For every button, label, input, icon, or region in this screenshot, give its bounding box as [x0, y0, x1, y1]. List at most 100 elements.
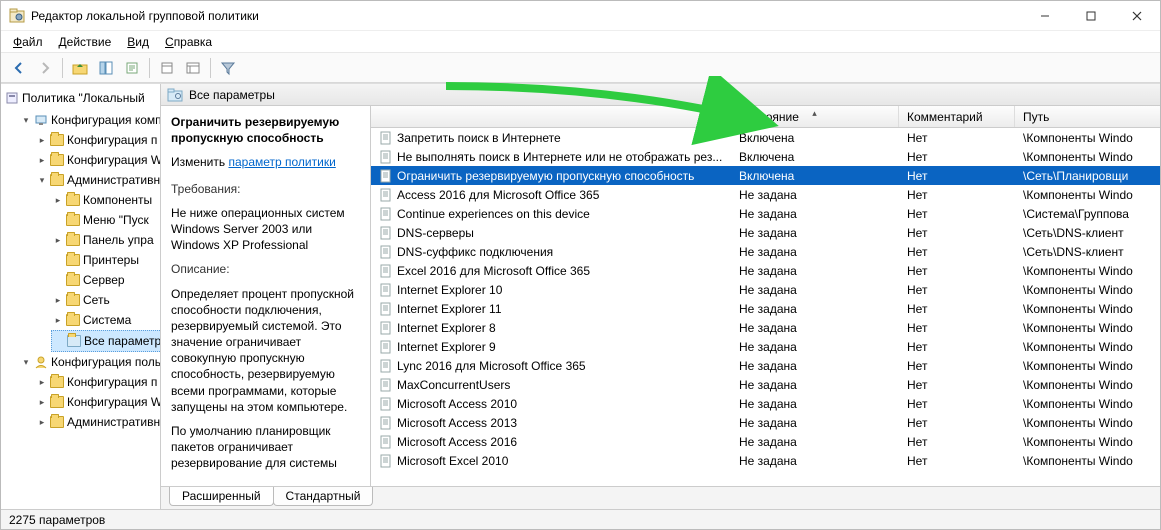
- col-header-name[interactable]: [371, 106, 731, 127]
- statusbar: 2275 параметров: [1, 509, 1160, 529]
- expand-icon[interactable]: ▸: [37, 135, 47, 145]
- tree-item[interactable]: ▸ Административн: [35, 412, 161, 432]
- tree-item[interactable]: ▸Конфигурация W: [35, 150, 161, 170]
- titlebar: Редактор локальной групповой политики: [1, 1, 1160, 31]
- tree-item[interactable]: ▸ Панель упра: [51, 230, 156, 250]
- window-controls: [1022, 1, 1160, 31]
- table-row[interactable]: Internet Explorer 8Не заданаНет\Компонен…: [371, 318, 1160, 337]
- table-row[interactable]: MaxConcurrentUsersНе заданаНет\Компонент…: [371, 375, 1160, 394]
- toolbar-separator: [210, 58, 211, 78]
- tab-extended[interactable]: Расширенный: [169, 487, 274, 506]
- expand-icon[interactable]: ▸: [53, 195, 63, 205]
- policy-item-icon: [379, 359, 393, 373]
- tree-label: Сеть: [83, 291, 110, 309]
- table-row[interactable]: Microsoft Excel 2010Не заданаНет\Компоне…: [371, 451, 1160, 470]
- collapse-icon[interactable]: ▾: [21, 357, 31, 367]
- col-header-state[interactable]: ▴ Состояние: [731, 106, 899, 127]
- policy-item-icon: [379, 245, 393, 259]
- cell-comment: Нет: [899, 435, 1015, 449]
- table-row[interactable]: DNS-суффикс подключенияНе заданаНет\Сеть…: [371, 242, 1160, 261]
- cell-comment: Нет: [899, 378, 1015, 392]
- tab-standard[interactable]: Стандартный: [273, 487, 374, 506]
- collapse-icon[interactable]: ▾: [37, 175, 47, 185]
- tree-user-config[interactable]: ▾ Конфигурация поль: [19, 352, 161, 372]
- column-headers: ▴ Состояние Комментарий Путь: [371, 106, 1160, 128]
- tree-pane[interactable]: Политика "Локальный ▾ Конфигурация комп …: [1, 84, 161, 509]
- close-button[interactable]: [1114, 1, 1160, 31]
- edit-policy-link-row: Изменить параметр политики: [171, 154, 360, 170]
- tree-admin-templates[interactable]: ▾Административн: [35, 170, 161, 190]
- export-button[interactable]: [120, 56, 144, 80]
- filter-button[interactable]: [216, 56, 240, 80]
- tree-all-settings[interactable]: Все параметр: [51, 330, 161, 352]
- up-folder-button[interactable]: [68, 56, 92, 80]
- tree-item[interactable]: ▸Конфигурация W: [35, 392, 161, 412]
- table-row[interactable]: Internet Explorer 10Не заданаНет\Компоне…: [371, 280, 1160, 299]
- expand-icon[interactable]: ▸: [53, 295, 63, 305]
- table-row[interactable]: Не выполнять поиск в Интернете или не от…: [371, 147, 1160, 166]
- maximize-button[interactable]: [1068, 1, 1114, 31]
- expand-icon[interactable]: ▸: [37, 397, 47, 407]
- cell-comment: Нет: [899, 264, 1015, 278]
- table-row[interactable]: Запретить поиск в ИнтернетеВключенаНет\К…: [371, 128, 1160, 147]
- tree-item[interactable]: ▸ Сеть: [51, 290, 112, 310]
- policy-item-icon: [379, 150, 393, 164]
- table-row[interactable]: DNS-серверыНе заданаНет\Сеть\DNS-клиент: [371, 223, 1160, 242]
- properties-button[interactable]: [181, 56, 205, 80]
- cell-comment: Нет: [899, 302, 1015, 316]
- table-row[interactable]: Microsoft Access 2010Не заданаНет\Компон…: [371, 394, 1160, 413]
- menu-file[interactable]: Файл: [7, 33, 49, 51]
- cell-path: \Компоненты Windo: [1015, 264, 1160, 278]
- show-tree-button[interactable]: [94, 56, 118, 80]
- tree-label: Панель упра: [83, 231, 154, 249]
- tree-item[interactable]: Принтеры: [51, 250, 141, 270]
- tree-item[interactable]: Сервер: [51, 270, 127, 290]
- tree-item[interactable]: ▸Компоненты: [51, 190, 154, 210]
- expand-icon[interactable]: ▸: [37, 417, 47, 427]
- collapse-icon[interactable]: ▾: [21, 115, 31, 125]
- table-row[interactable]: Microsoft Access 2016Не заданаНет\Компон…: [371, 432, 1160, 451]
- table-row[interactable]: Continue experiences on this deviceНе за…: [371, 204, 1160, 223]
- cell-path: \Компоненты Windo: [1015, 321, 1160, 335]
- tree-item[interactable]: ▸Конфигурация п: [35, 372, 159, 392]
- minimize-button[interactable]: [1022, 1, 1068, 31]
- col-header-path[interactable]: Путь: [1015, 106, 1160, 127]
- expand-icon[interactable]: ▸: [53, 235, 63, 245]
- edit-policy-link[interactable]: параметр политики: [228, 155, 335, 169]
- refresh-button[interactable]: [155, 56, 179, 80]
- table-row[interactable]: Internet Explorer 11Не заданаНет\Компоне…: [371, 299, 1160, 318]
- expand-icon[interactable]: ▸: [37, 377, 47, 387]
- back-button[interactable]: [7, 56, 31, 80]
- expand-icon[interactable]: ▸: [37, 155, 47, 165]
- forward-button[interactable]: [33, 56, 57, 80]
- cell-path: \Компоненты Windo: [1015, 340, 1160, 354]
- table-row[interactable]: Microsoft Access 2013Не заданаНет\Компон…: [371, 413, 1160, 432]
- col-header-comment[interactable]: Комментарий: [899, 106, 1015, 127]
- menu-help[interactable]: Справка: [159, 33, 218, 51]
- cell-name: Excel 2016 для Microsoft Office 365: [371, 264, 731, 278]
- menu-action[interactable]: Действие: [53, 33, 118, 51]
- table-row[interactable]: Internet Explorer 9Не заданаНет\Компонен…: [371, 337, 1160, 356]
- table-row[interactable]: Access 2016 для Microsoft Office 365Не з…: [371, 185, 1160, 204]
- cell-comment: Нет: [899, 454, 1015, 468]
- folder-icon: [50, 376, 64, 388]
- tree-item[interactable]: Меню "Пуск: [51, 210, 151, 230]
- table-row[interactable]: Lync 2016 для Microsoft Office 365Не зад…: [371, 356, 1160, 375]
- policy-tree[interactable]: Политика "Локальный ▾ Конфигурация комп …: [1, 88, 160, 432]
- cell-path: \Компоненты Windo: [1015, 359, 1160, 373]
- edit-prefix: Изменить: [171, 155, 228, 169]
- rows-container[interactable]: Запретить поиск в ИнтернетеВключенаНет\К…: [371, 128, 1160, 486]
- table-row[interactable]: Ограничить резервируемую пропускную спос…: [371, 166, 1160, 185]
- policy-item-icon: [379, 416, 393, 430]
- tree-item[interactable]: ▸Конфигурация п: [35, 130, 159, 150]
- table-row[interactable]: Excel 2016 для Microsoft Office 365Не за…: [371, 261, 1160, 280]
- tree-label: Административн: [67, 413, 160, 431]
- expand-icon[interactable]: ▸: [53, 315, 63, 325]
- cell-state: Включена: [731, 131, 899, 145]
- menu-view[interactable]: Вид: [121, 33, 155, 51]
- tree-item[interactable]: ▸Система: [51, 310, 133, 330]
- tree-root[interactable]: Политика "Локальный: [3, 88, 147, 108]
- tree-computer-config[interactable]: ▾ Конфигурация комп: [19, 110, 161, 130]
- cell-path: \Компоненты Windo: [1015, 454, 1160, 468]
- cell-comment: Нет: [899, 226, 1015, 240]
